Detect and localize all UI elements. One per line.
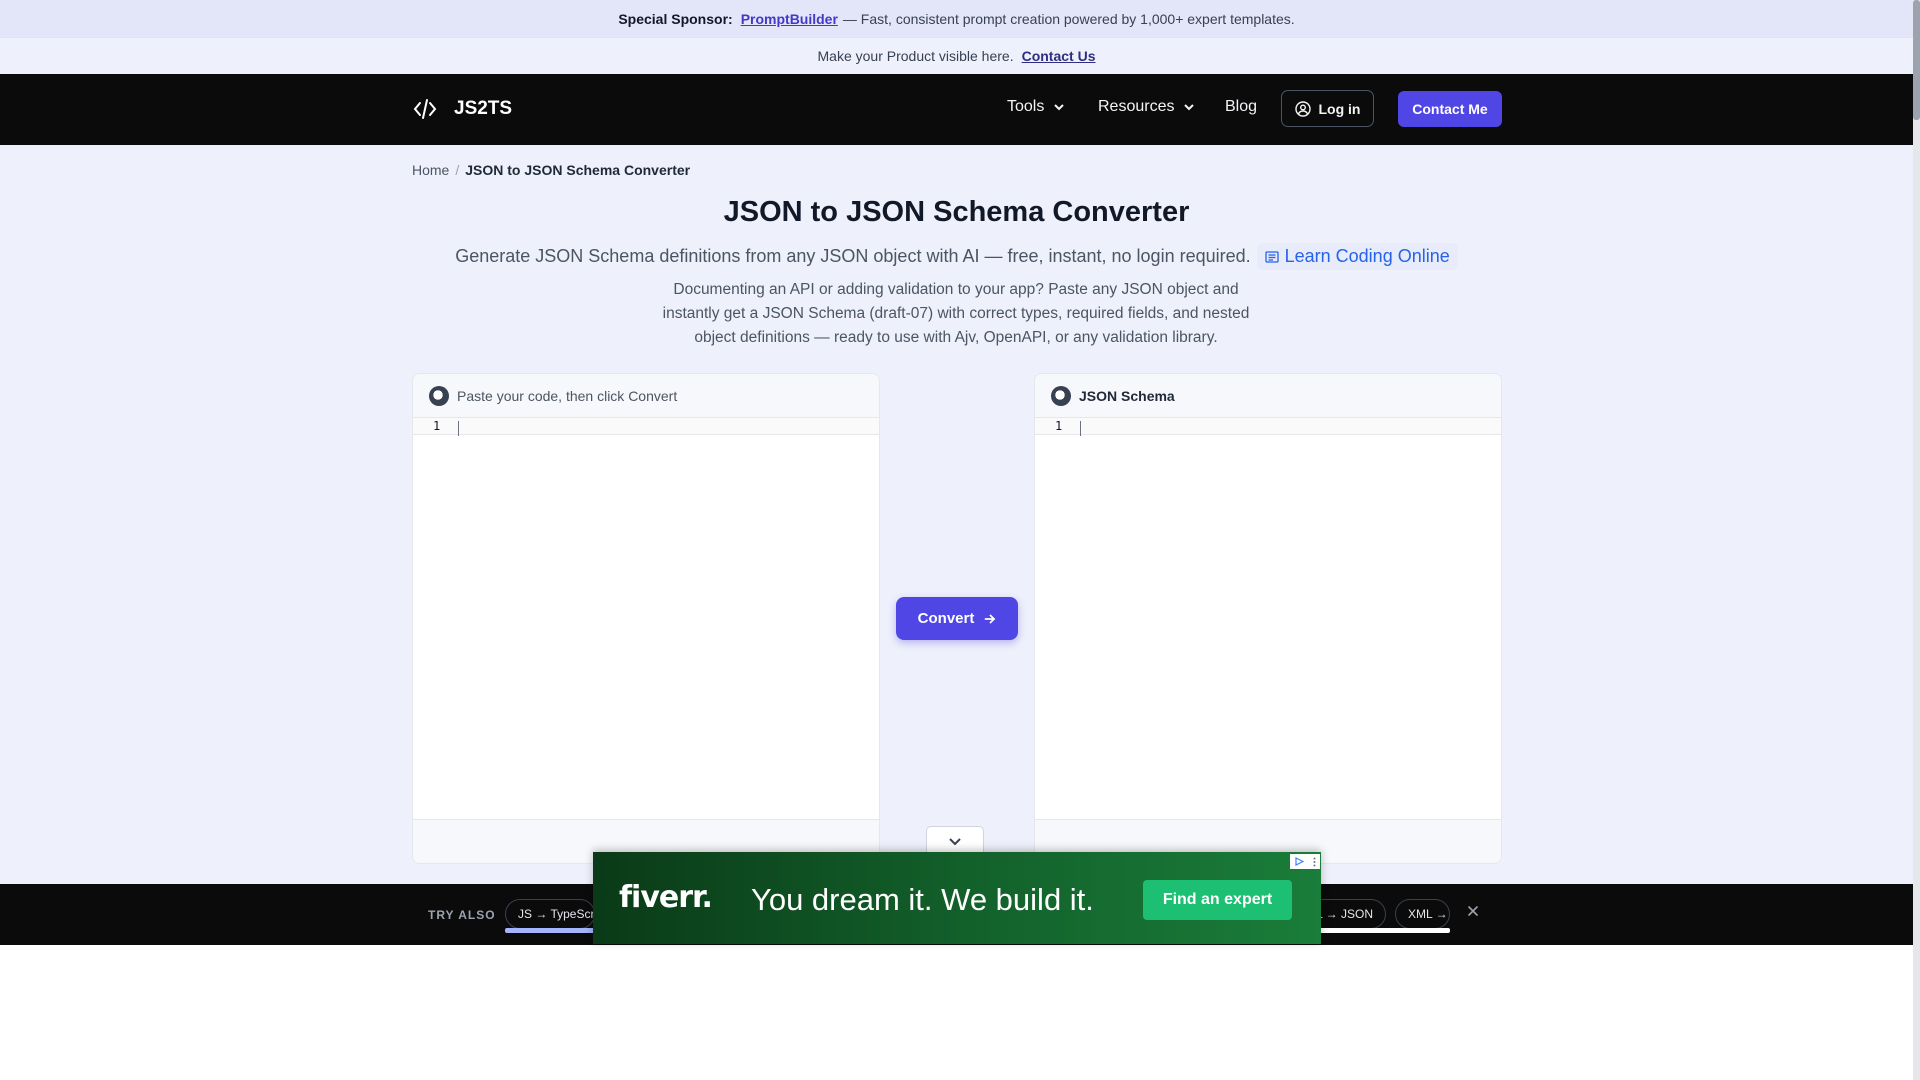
page-description: Documenting an API or adding validation … xyxy=(662,281,1250,346)
ad-logo: fiverr. xyxy=(619,880,713,915)
chip-highlight xyxy=(1308,928,1450,933)
code-icon xyxy=(413,99,437,119)
page-subtitle: Generate JSON Schema definitions from an… xyxy=(0,243,1913,270)
brand-logo[interactable]: JS2TS xyxy=(412,96,512,122)
page-title: JSON to JSON Schema Converter xyxy=(723,196,1190,228)
output-panel: JSON Schema 1 xyxy=(1034,373,1502,864)
input-panel-title: Paste your code, then click Convert xyxy=(457,387,678,404)
convert-button[interactable]: Convert xyxy=(896,597,1018,640)
login-button[interactable]: Log in xyxy=(1281,90,1374,127)
circle-logo-icon xyxy=(1051,385,1071,406)
input-line-number: 1 xyxy=(433,419,441,433)
nav-tools-label: Tools xyxy=(1007,98,1045,115)
promo-contact-link[interactable]: Contact Us xyxy=(1022,48,1096,64)
ad-collapse-button[interactable] xyxy=(926,826,984,854)
breadcrumb-current: JSON to JSON Schema Converter xyxy=(465,162,691,178)
close-icon[interactable] xyxy=(1467,905,1479,917)
output-line-number: 1 xyxy=(1055,419,1063,433)
contact-me-button[interactable]: Contact Me xyxy=(1398,91,1502,127)
book-icon xyxy=(1264,250,1279,263)
output-editor[interactable] xyxy=(1035,418,1501,435)
circle-logo-icon xyxy=(429,385,449,406)
input-panel-header: Paste your code, then click Convert xyxy=(413,374,879,418)
nav-blog-link[interactable]: Blog xyxy=(1225,98,1257,116)
ad-banner[interactable]: fiverr. You dream it. We build it. Find … xyxy=(593,852,1321,944)
ad-choices-icon[interactable] xyxy=(1290,854,1320,869)
sponsor-text: — Fast, consistent prompt creation power… xyxy=(842,10,1295,27)
promo-bar: Make your Product visible here. Contact … xyxy=(0,37,1913,74)
user-circle-icon xyxy=(1294,100,1311,117)
chevron-down-icon xyxy=(949,837,961,845)
subtitle-text: Generate JSON Schema definitions from an… xyxy=(455,246,1251,266)
more-icon xyxy=(1313,857,1315,866)
chevron-down-icon xyxy=(1184,104,1195,111)
input-panel: Paste your code, then click Convert 1 xyxy=(412,373,880,864)
play-icon xyxy=(1294,857,1304,866)
ad-cta-button[interactable]: Find an expert xyxy=(1143,880,1292,920)
sponsor-link[interactable]: PromptBuilder xyxy=(741,11,838,27)
login-label: Log in xyxy=(1318,100,1361,117)
nav-resources-label: Resources xyxy=(1098,98,1175,115)
brand-name: JS2TS xyxy=(454,98,513,119)
input-editor[interactable] xyxy=(413,418,879,435)
nav-tools-menu[interactable]: Tools xyxy=(1007,98,1066,116)
sponsor-bar: Special Sponsor: PromptBuilder — Fast, c… xyxy=(0,0,1913,37)
scrollbar-thumb[interactable] xyxy=(1913,0,1920,120)
breadcrumb: Home / JSON to JSON Schema Converter xyxy=(412,162,690,178)
try-also-chip[interactable]: XML → xyxy=(1395,899,1450,929)
breadcrumb-separator: / xyxy=(455,162,460,178)
output-caret xyxy=(1080,421,1081,436)
try-also-label: TRY ALSO xyxy=(428,908,496,922)
learn-coding-link[interactable]: Learn Coding Online xyxy=(1256,243,1458,270)
input-caret xyxy=(458,421,459,436)
nav-resources-menu[interactable]: Resources xyxy=(1098,98,1196,116)
output-panel-title: JSON Schema xyxy=(1079,387,1175,404)
ad-tagline: You dream it. We build it. xyxy=(751,882,1094,917)
promo-text: Make your Product visible here. xyxy=(817,48,1014,64)
chip-highlight xyxy=(505,928,595,933)
chevron-down-icon xyxy=(1054,104,1065,111)
page: Special Sponsor: PromptBuilder — Fast, c… xyxy=(0,0,1913,945)
navbar: JS2TS Tools Resources Blog Log in Contac… xyxy=(0,74,1913,145)
arrow-right-icon xyxy=(984,614,996,623)
try-also-chip[interactable]: JS → TypeScr xyxy=(505,899,595,929)
convert-label: Convert xyxy=(917,610,975,627)
output-panel-header: JSON Schema xyxy=(1035,374,1501,418)
learn-coding-label: Learn Coding Online xyxy=(1284,246,1450,266)
breadcrumb-home[interactable]: Home xyxy=(412,162,449,178)
scrollbar[interactable] xyxy=(1913,0,1920,1080)
sponsor-label: Special Sponsor: xyxy=(618,10,733,27)
